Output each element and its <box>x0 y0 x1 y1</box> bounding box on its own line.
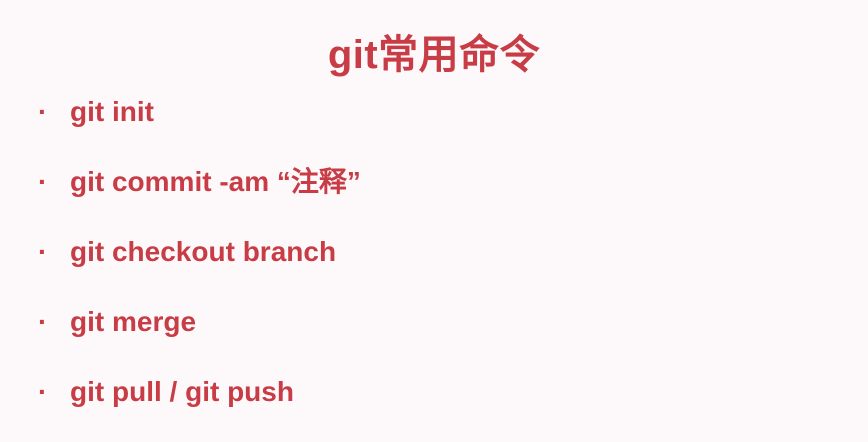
bullet-icon: · <box>38 96 48 127</box>
command-text: git merge <box>70 306 197 337</box>
slide-title: git常用命令 <box>327 33 541 77</box>
bullet-icon: · <box>38 376 48 407</box>
command-text: git init <box>70 96 154 127</box>
command-text: git commit -am “注释” <box>70 166 361 197</box>
bullet-icon: · <box>38 306 48 337</box>
command-text: git pull / git push <box>70 376 294 407</box>
list-item: · git checkout branch <box>38 232 361 302</box>
list-item: · git pull / git push <box>38 372 361 442</box>
list-item: · git commit -am “注释” <box>38 162 361 232</box>
slide: git常用命令 · git init · git commit -am “注释”… <box>0 0 868 425</box>
bullet-icon: · <box>38 166 48 197</box>
list-item: · git merge <box>38 302 361 372</box>
command-list: · git init · git commit -am “注释” · git c… <box>38 92 361 442</box>
command-text: git checkout branch <box>70 236 337 267</box>
bullet-icon: · <box>38 236 48 267</box>
list-item: · git init <box>38 92 361 162</box>
